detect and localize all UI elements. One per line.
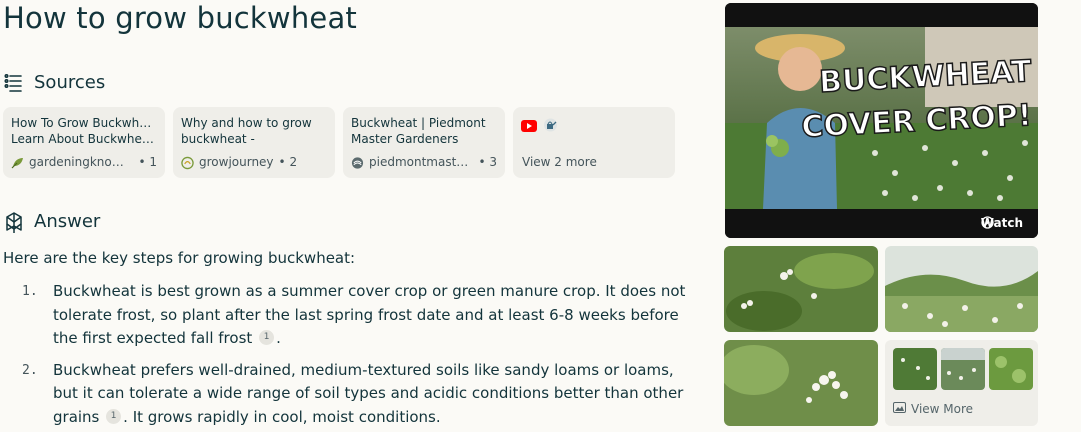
answer-intro: Here are the key steps for growing buckw… <box>3 249 356 267</box>
step-text: Buckwheat is best grown as a summer cove… <box>53 282 686 347</box>
source-card-title-line-2: Master Gardeners <box>351 132 459 146</box>
media-column: BUCKWHEAT COVER CROP! Watch View More <box>724 0 1081 432</box>
citation-badge[interactable]: 1 <box>259 330 275 346</box>
answer-logo-icon <box>4 211 24 233</box>
source-card-title: Why and how to grow buckwheat - <box>181 115 327 147</box>
step-number: 2. <box>22 362 38 378</box>
page-title: How to grow buckwheat <box>3 1 357 35</box>
step-text-after: . It grows rapidly in cool, moist condit… <box>123 407 441 426</box>
buckwheat-flowers-image <box>724 246 878 332</box>
step-text-after: . <box>276 329 281 347</box>
answer-heading: Answer <box>4 211 101 233</box>
sources-heading: Sources <box>4 72 105 93</box>
image-thumbnail-2[interactable] <box>885 246 1038 332</box>
more-image-preview-2 <box>941 348 985 390</box>
source-card-title: Buckwheat | Piedmont Master Gardeners <box>351 115 497 147</box>
view-more-sources-card[interactable]: View 2 more <box>513 107 675 178</box>
answer-step: 2. Buckwheat prefers well-drained, mediu… <box>0 359 690 430</box>
source-site: growjourney <box>199 155 274 169</box>
source-card-title-line-1: How To Grow Buckwheat: <box>11 116 157 130</box>
growjourney-logo-icon <box>181 156 194 169</box>
video-thumbnail-image: BUCKWHEAT COVER CROP! <box>725 3 1038 238</box>
source-card-2[interactable]: Why and how to grow buckwheat - growjour… <box>173 107 335 178</box>
view-more-images-label: View More <box>911 402 974 416</box>
image-thumbnail-1[interactable] <box>724 246 878 332</box>
answer-step: 1. Buckwheat is best grown as a summer c… <box>0 280 690 351</box>
sources-list-icon <box>4 73 24 93</box>
view-more-images-card[interactable]: View More <box>885 340 1038 426</box>
source-card-title-line-1: Why and how to grow <box>181 116 312 130</box>
source-card-1[interactable]: How To Grow Buckwheat: Learn About Buckw… <box>3 107 165 178</box>
buckwheat-field-image <box>885 246 1038 332</box>
source-site: piedmontmaster... <box>369 155 474 169</box>
source-index: • 1 <box>138 155 157 169</box>
source-card-title-line-2: buckwheat - <box>181 132 255 146</box>
source-card-meta: piedmontmaster... • 3 <box>351 155 497 169</box>
image-gallery-icon <box>893 402 906 416</box>
source-index: • 2 <box>278 155 298 169</box>
leaf-icon <box>11 156 24 169</box>
piedmont-logo-icon <box>351 156 364 169</box>
buckwheat-blossom-image <box>724 340 878 426</box>
image-thumbnail-3[interactable] <box>724 340 878 426</box>
source-card-title: How To Grow Buckwheat: Learn About Buckw… <box>11 115 157 147</box>
youtube-icon <box>521 117 537 136</box>
source-card-title-line-2: Learn About Buckwheat... <box>11 132 157 146</box>
source-card-3[interactable]: Buckwheat | Piedmont Master Gardeners pi… <box>343 107 505 178</box>
more-image-preview-3 <box>989 348 1033 390</box>
answer-heading-label: Answer <box>34 211 101 232</box>
answer-steps-list: 1. Buckwheat is best grown as a summer c… <box>0 280 690 432</box>
source-card-meta: gardeningknowh... • 1 <box>11 155 157 169</box>
source-index: • 3 <box>478 155 497 169</box>
source-cards: How To Grow Buckwheat: Learn About Buckw… <box>3 107 675 178</box>
source-card-meta: growjourney • 2 <box>181 155 327 169</box>
source-site: gardeningknowh... <box>29 155 134 169</box>
step-number: 1. <box>22 284 38 299</box>
view-more-sources-label: View 2 more <box>522 155 597 169</box>
watch-button[interactable]: Watch <box>981 216 1028 230</box>
main-column: How to grow buckwheat Sources How To Gro… <box>0 0 700 432</box>
citation-badge[interactable]: 1 <box>106 408 122 424</box>
video-thumbnail[interactable]: BUCKWHEAT COVER CROP! Watch <box>725 3 1038 238</box>
watering-can-icon <box>543 117 558 136</box>
more-image-preview-1 <box>893 348 937 390</box>
source-card-title-line-1: Buckwheat | Piedmont <box>351 116 486 130</box>
more-sources-favicons <box>521 117 667 136</box>
sources-heading-label: Sources <box>34 72 106 93</box>
view-more-images-button[interactable]: View More <box>893 402 973 416</box>
